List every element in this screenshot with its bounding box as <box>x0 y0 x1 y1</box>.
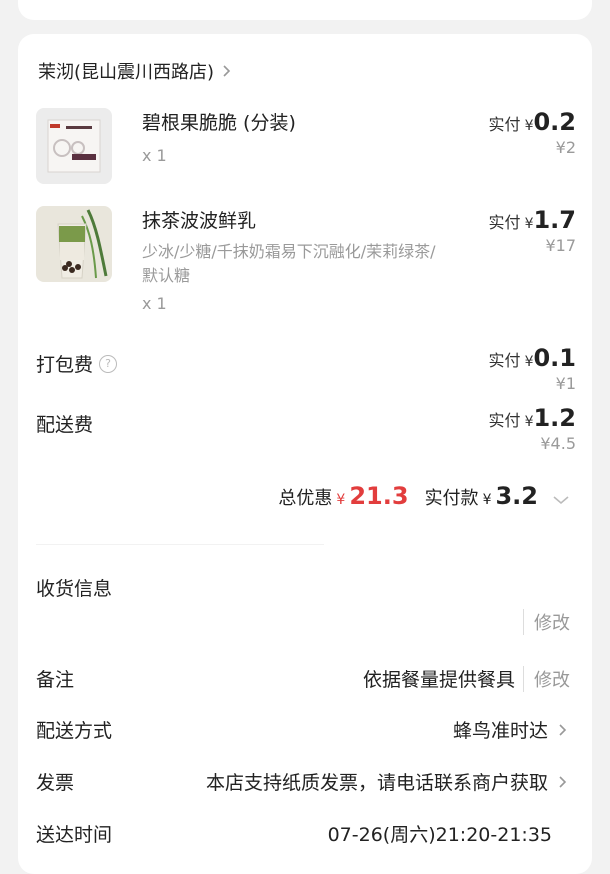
order-total[interactable]: 总优惠 ¥ 21.3 实付款 ¥ 3.2 <box>278 482 570 510</box>
packing-fee-row: 打包费? 实付 ¥0.1 ¥1 <box>36 344 576 394</box>
order-card: 茉沏(昆山震川西路店) 碧根果脆脆 (分装) x 1 实付 ¥0.2 ¥2 抹茶… <box>18 34 592 874</box>
item-name: 碧根果脆脆 (分装) <box>142 112 296 134</box>
item-price: 实付 ¥0.2 ¥2 <box>489 108 576 157</box>
paid-label: 实付 <box>488 351 521 370</box>
chevron-right-icon <box>220 64 234 78</box>
receive-edit-row: 修改 <box>36 609 570 639</box>
discount-label: 总优惠 <box>278 488 333 509</box>
currency-symbol: ¥ <box>482 492 492 508</box>
original-price: ¥4.5 <box>540 434 576 453</box>
delivery-time-label: 送达时间 <box>36 824 113 846</box>
paid-label: 实付 <box>488 115 521 134</box>
invoice-value: 本店支持纸质发票，请电话联系商户获取 <box>205 772 548 794</box>
remark-label: 备注 <box>36 669 75 691</box>
delivery-method-row[interactable]: 配送方式 蜂鸟准时达 <box>36 716 570 746</box>
delivery-method-value: 蜂鸟准时达 <box>452 720 548 742</box>
delivery-fee-row: 配送费 实付 ¥1.2 ¥4.5 <box>36 404 576 454</box>
currency-symbol: ¥ <box>336 492 346 508</box>
order-item[interactable]: 抹茶波波鲜乳 少冰/少糖/千抹奶霜易下沉融化/茉莉绿茶/默认糖 x 1 实付 ¥1… <box>36 206 576 316</box>
paid-amount: 0.2 <box>533 108 576 136</box>
divider <box>36 544 324 545</box>
paid-total-label: 实付款 <box>424 488 479 509</box>
top-card <box>18 0 592 20</box>
original-price: ¥1 <box>555 374 576 393</box>
delivery-time-value: 07-26(周六)21:20-21:35 <box>327 824 552 846</box>
fee-price: 实付 ¥0.1 ¥1 <box>489 344 576 393</box>
receive-info-row: 收货信息 <box>36 574 570 604</box>
fee-price: 实付 ¥1.2 ¥4.5 <box>489 404 576 453</box>
remark-value: 依据餐量提供餐具 <box>362 669 515 691</box>
discount-amount: 21.3 <box>349 482 409 510</box>
original-price: ¥2 <box>555 138 576 157</box>
edit-button[interactable]: 修改 <box>523 609 570 635</box>
product-image <box>36 206 112 282</box>
order-item[interactable]: 碧根果脆脆 (分装) x 1 实付 ¥0.2 ¥2 <box>36 108 576 188</box>
item-quantity: x 1 <box>142 294 167 313</box>
fee-label: 配送费 <box>36 414 94 436</box>
invoice-label: 发票 <box>36 772 75 794</box>
store-link[interactable]: 茉沏(昆山震川西路店) <box>38 58 234 84</box>
paid-amount: 1.7 <box>533 206 576 234</box>
paid-amount: 1.2 <box>533 404 576 432</box>
paid-label: 实付 <box>488 213 521 232</box>
chevron-down-icon[interactable] <box>552 490 570 505</box>
original-price: ¥17 <box>545 236 576 255</box>
question-icon[interactable]: ? <box>99 354 118 373</box>
remark-row[interactable]: 备注 依据餐量提供餐具 修改 <box>36 665 570 695</box>
item-spec: 少冰/少糖/千抹奶霜易下沉融化/茉莉绿茶/默认糖 <box>142 242 436 285</box>
delivery-method-label: 配送方式 <box>36 720 113 742</box>
chevron-right-icon <box>556 723 570 737</box>
paid-amount: 0.1 <box>533 344 576 372</box>
receive-info-label: 收货信息 <box>36 578 113 600</box>
store-name: 茉沏(昆山震川西路店) <box>38 62 215 83</box>
edit-button[interactable]: 修改 <box>523 665 570 692</box>
invoice-row[interactable]: 发票 本店支持纸质发票，请电话联系商户获取 <box>36 768 570 798</box>
delivery-time-row: 送达时间 07-26(周六)21:20-21:35 <box>36 820 570 850</box>
paid-total-amount: 3.2 <box>495 482 538 510</box>
item-quantity: x 1 <box>142 146 167 165</box>
item-name: 抹茶波波鲜乳 <box>142 210 257 232</box>
item-price: 实付 ¥1.7 ¥17 <box>489 206 576 255</box>
chevron-right-icon <box>556 775 570 789</box>
product-image <box>36 108 112 184</box>
paid-label: 实付 <box>488 411 521 430</box>
fee-label: 打包费 <box>36 354 94 376</box>
